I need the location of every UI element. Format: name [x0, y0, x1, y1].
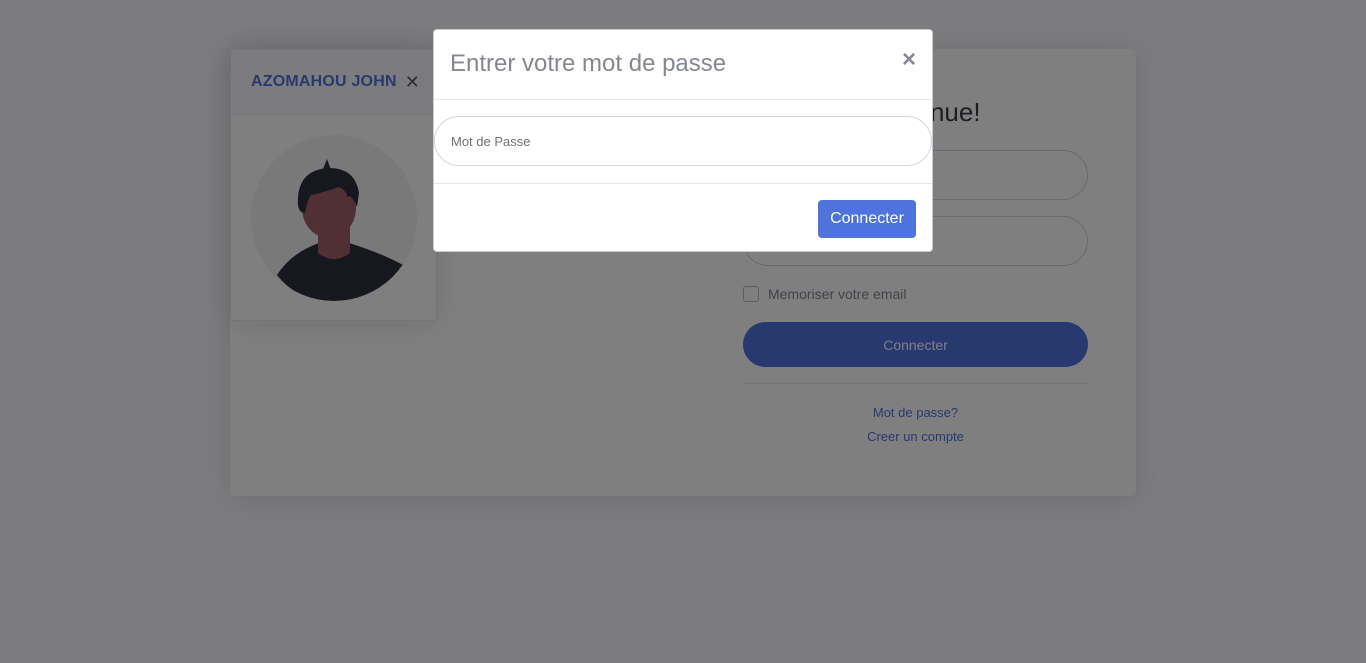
connect-button[interactable]: Connecter: [818, 200, 916, 238]
modal-title: Entrer votre mot de passe: [450, 50, 727, 77]
close-icon[interactable]: ×: [902, 48, 916, 72]
password-input[interactable]: [434, 116, 932, 166]
password-modal: Entrer votre mot de passe × Connecter: [433, 29, 933, 252]
modal-header: Entrer votre mot de passe ×: [434, 30, 932, 100]
modal-body: [434, 100, 932, 184]
modal-footer: Connecter: [434, 184, 932, 253]
